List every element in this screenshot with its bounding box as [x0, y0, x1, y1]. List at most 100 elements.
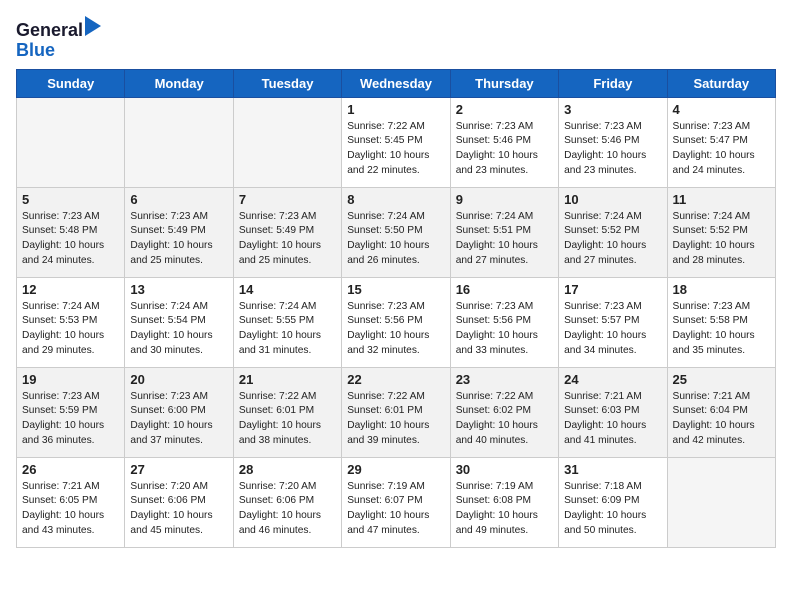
calendar-cell: 26 Sunrise: 7:21 AMSunset: 6:05 PMDayligh…: [17, 457, 125, 547]
calendar-cell: 10 Sunrise: 7:24 AMSunset: 5:52 PMDayligh…: [559, 187, 667, 277]
day-number: 26: [22, 462, 119, 477]
calendar-table: SundayMondayTuesdayWednesdayThursdayFrid…: [16, 69, 776, 548]
calendar-cell: 15Sunrise: 7:23 AMSunset: 5:56 PMDayligh…: [342, 277, 450, 367]
calendar-week-row: 12 Sunrise: 7:24 AMSunset: 5:53 PMDayligh…: [17, 277, 776, 367]
day-number: 22: [347, 372, 444, 387]
calendar-cell: 19 Sunrise: 7:23 AMSunset: 5:59 PMDayligh…: [17, 367, 125, 457]
calendar-cell: 24 Sunrise: 7:21 AMSunset: 6:03 PMDayligh…: [559, 367, 667, 457]
cell-details: Sunrise: 7:22 AMSunset: 6:01 PMDaylight:…: [347, 390, 444, 449]
cell-details: Sunrise: 7:23 AMSunset: 5:49 PMDaylight:…: [130, 210, 227, 269]
calendar-header-row: SundayMondayTuesdayWednesdayThursdayFrid…: [17, 69, 776, 97]
calendar-cell: 23 Sunrise: 7:22 AMSunset: 6:02 PMDayligh…: [450, 367, 558, 457]
day-number: 27: [130, 462, 227, 477]
day-number: 13: [130, 282, 227, 297]
cell-details: Sunrise: 7:20 AMSunset: 6:06 PMDaylight:…: [239, 480, 336, 539]
calendar-week-row: 1Sunrise: 7:22 AMSunset: 5:45 PMDaylight…: [17, 97, 776, 187]
cell-details: Sunrise: 7:22 AMSunset: 6:02 PMDaylight:…: [456, 390, 553, 449]
cell-details: Sunrise: 7:21 AMSunset: 6:03 PMDaylight:…: [564, 390, 661, 449]
cell-details: Sunrise: 7:23 AMSunset: 5:56 PMDaylight:…: [456, 300, 553, 359]
calendar-cell: 14 Sunrise: 7:24 AMSunset: 5:55 PMDayligh…: [233, 277, 341, 367]
page-header: General Blue: [16, 16, 776, 61]
day-number: 28: [239, 462, 336, 477]
day-number: 14: [239, 282, 336, 297]
logo: General Blue: [16, 16, 101, 61]
calendar-cell: 18 Sunrise: 7:23 AMSunset: 5:58 PMDayligh…: [667, 277, 775, 367]
cell-details: Sunrise: 7:23 AMSunset: 5:56 PMDaylight:…: [347, 300, 444, 359]
cell-details: Sunrise: 7:21 AMSunset: 6:05 PMDaylight:…: [22, 480, 119, 539]
calendar-cell: 20 Sunrise: 7:23 AMSunset: 6:00 PMDayligh…: [125, 367, 233, 457]
day-of-week-header: Saturday: [667, 69, 775, 97]
cell-details: Sunrise: 7:24 AMSunset: 5:53 PMDaylight:…: [22, 300, 119, 359]
day-number: 8: [347, 192, 444, 207]
cell-details: Sunrise: 7:23 AMSunset: 5:59 PMDaylight:…: [22, 390, 119, 449]
calendar-cell: 6 Sunrise: 7:23 AMSunset: 5:49 PMDaylight…: [125, 187, 233, 277]
day-number: 20: [130, 372, 227, 387]
cell-details: Sunrise: 7:23 AMSunset: 5:46 PMDaylight:…: [456, 120, 553, 179]
logo-text: General Blue: [16, 16, 101, 61]
cell-details: Sunrise: 7:24 AMSunset: 5:50 PMDaylight:…: [347, 210, 444, 269]
calendar-week-row: 26 Sunrise: 7:21 AMSunset: 6:05 PMDayligh…: [17, 457, 776, 547]
calendar-cell: 16 Sunrise: 7:23 AMSunset: 5:56 PMDayligh…: [450, 277, 558, 367]
cell-details: Sunrise: 7:23 AMSunset: 5:47 PMDaylight:…: [673, 120, 770, 179]
calendar-cell: 9Sunrise: 7:24 AMSunset: 5:51 PMDaylight…: [450, 187, 558, 277]
cell-details: Sunrise: 7:24 AMSunset: 5:52 PMDaylight:…: [673, 210, 770, 269]
day-number: 31: [564, 462, 661, 477]
cell-details: Sunrise: 7:19 AMSunset: 6:07 PMDaylight:…: [347, 480, 444, 539]
cell-details: Sunrise: 7:24 AMSunset: 5:52 PMDaylight:…: [564, 210, 661, 269]
cell-details: Sunrise: 7:23 AMSunset: 5:46 PMDaylight:…: [564, 120, 661, 179]
calendar-cell: 31Sunrise: 7:18 AMSunset: 6:09 PMDayligh…: [559, 457, 667, 547]
day-number: 12: [22, 282, 119, 297]
day-number: 18: [673, 282, 770, 297]
calendar-week-row: 19 Sunrise: 7:23 AMSunset: 5:59 PMDayligh…: [17, 367, 776, 457]
calendar-cell: 17Sunrise: 7:23 AMSunset: 5:57 PMDayligh…: [559, 277, 667, 367]
day-number: 23: [456, 372, 553, 387]
day-number: 29: [347, 462, 444, 477]
day-number: 19: [22, 372, 119, 387]
calendar-cell: 11 Sunrise: 7:24 AMSunset: 5:52 PMDayligh…: [667, 187, 775, 277]
day-number: 2: [456, 102, 553, 117]
calendar-cell: 25 Sunrise: 7:21 AMSunset: 6:04 PMDayligh…: [667, 367, 775, 457]
calendar-cell: [667, 457, 775, 547]
cell-details: Sunrise: 7:24 AMSunset: 5:55 PMDaylight:…: [239, 300, 336, 359]
calendar-cell: [125, 97, 233, 187]
day-number: 1: [347, 102, 444, 117]
day-number: 10: [564, 192, 661, 207]
calendar-cell: 5 Sunrise: 7:23 AMSunset: 5:48 PMDaylight…: [17, 187, 125, 277]
day-of-week-header: Friday: [559, 69, 667, 97]
cell-details: Sunrise: 7:23 AMSunset: 6:00 PMDaylight:…: [130, 390, 227, 449]
day-number: 11: [673, 192, 770, 207]
day-number: 21: [239, 372, 336, 387]
day-number: 30: [456, 462, 553, 477]
calendar-cell: 30 Sunrise: 7:19 AMSunset: 6:08 PMDayligh…: [450, 457, 558, 547]
day-of-week-header: Tuesday: [233, 69, 341, 97]
day-number: 16: [456, 282, 553, 297]
day-number: 6: [130, 192, 227, 207]
day-of-week-header: Monday: [125, 69, 233, 97]
cell-details: Sunrise: 7:21 AMSunset: 6:04 PMDaylight:…: [673, 390, 770, 449]
cell-details: Sunrise: 7:23 AMSunset: 5:48 PMDaylight:…: [22, 210, 119, 269]
calendar-cell: 29 Sunrise: 7:19 AMSunset: 6:07 PMDayligh…: [342, 457, 450, 547]
cell-details: Sunrise: 7:19 AMSunset: 6:08 PMDaylight:…: [456, 480, 553, 539]
day-number: 4: [673, 102, 770, 117]
cell-details: Sunrise: 7:23 AMSunset: 5:58 PMDaylight:…: [673, 300, 770, 359]
calendar-cell: [233, 97, 341, 187]
calendar-cell: 8 Sunrise: 7:24 AMSunset: 5:50 PMDaylight…: [342, 187, 450, 277]
day-number: 7: [239, 192, 336, 207]
day-number: 3: [564, 102, 661, 117]
calendar-cell: 2 Sunrise: 7:23 AMSunset: 5:46 PMDaylight…: [450, 97, 558, 187]
calendar-cell: 22 Sunrise: 7:22 AMSunset: 6:01 PMDayligh…: [342, 367, 450, 457]
cell-details: Sunrise: 7:23 AMSunset: 5:49 PMDaylight:…: [239, 210, 336, 269]
calendar-cell: 3 Sunrise: 7:23 AMSunset: 5:46 PMDaylight…: [559, 97, 667, 187]
cell-details: Sunrise: 7:24 AMSunset: 5:54 PMDaylight:…: [130, 300, 227, 359]
day-number: 24: [564, 372, 661, 387]
day-of-week-header: Sunday: [17, 69, 125, 97]
cell-details: Sunrise: 7:23 AMSunset: 5:57 PMDaylight:…: [564, 300, 661, 359]
day-of-week-header: Thursday: [450, 69, 558, 97]
calendar-cell: 4 Sunrise: 7:23 AMSunset: 5:47 PMDaylight…: [667, 97, 775, 187]
calendar-week-row: 5 Sunrise: 7:23 AMSunset: 5:48 PMDaylight…: [17, 187, 776, 277]
calendar-cell: [17, 97, 125, 187]
calendar-cell: 7 Sunrise: 7:23 AMSunset: 5:49 PMDaylight…: [233, 187, 341, 277]
day-number: 5: [22, 192, 119, 207]
day-number: 25: [673, 372, 770, 387]
calendar-cell: 12 Sunrise: 7:24 AMSunset: 5:53 PMDayligh…: [17, 277, 125, 367]
